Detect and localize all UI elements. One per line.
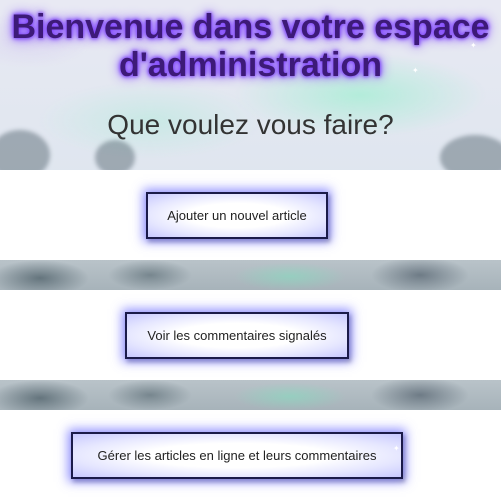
sparkle-icon: ✦	[470, 41, 477, 50]
reported-comments-button[interactable]: Voir les commentaires signalés	[125, 312, 349, 359]
page-title: Bienvenue dans votre espace d'administra…	[11, 8, 490, 84]
action-panel-manage-articles: Gérer les articles en ligne et leurs com…	[0, 410, 501, 500]
sparkle-icon: ✦	[412, 66, 419, 75]
action-panel-reported-comments: Voir les commentaires signalés	[0, 290, 501, 380]
manage-articles-button[interactable]: Gérer les articles en ligne et leurs com…	[71, 432, 403, 479]
page-header: Bienvenue dans votre espace d'administra…	[0, 0, 501, 170]
background-band	[0, 260, 501, 290]
page-subtitle: Que voulez vous faire?	[107, 109, 394, 140]
add-article-button[interactable]: Ajouter un nouvel article	[146, 192, 328, 239]
background-band	[0, 380, 501, 410]
action-panel-add-article: Ajouter un nouvel article	[0, 170, 501, 260]
sparkle-icon: ✦	[393, 444, 400, 453]
